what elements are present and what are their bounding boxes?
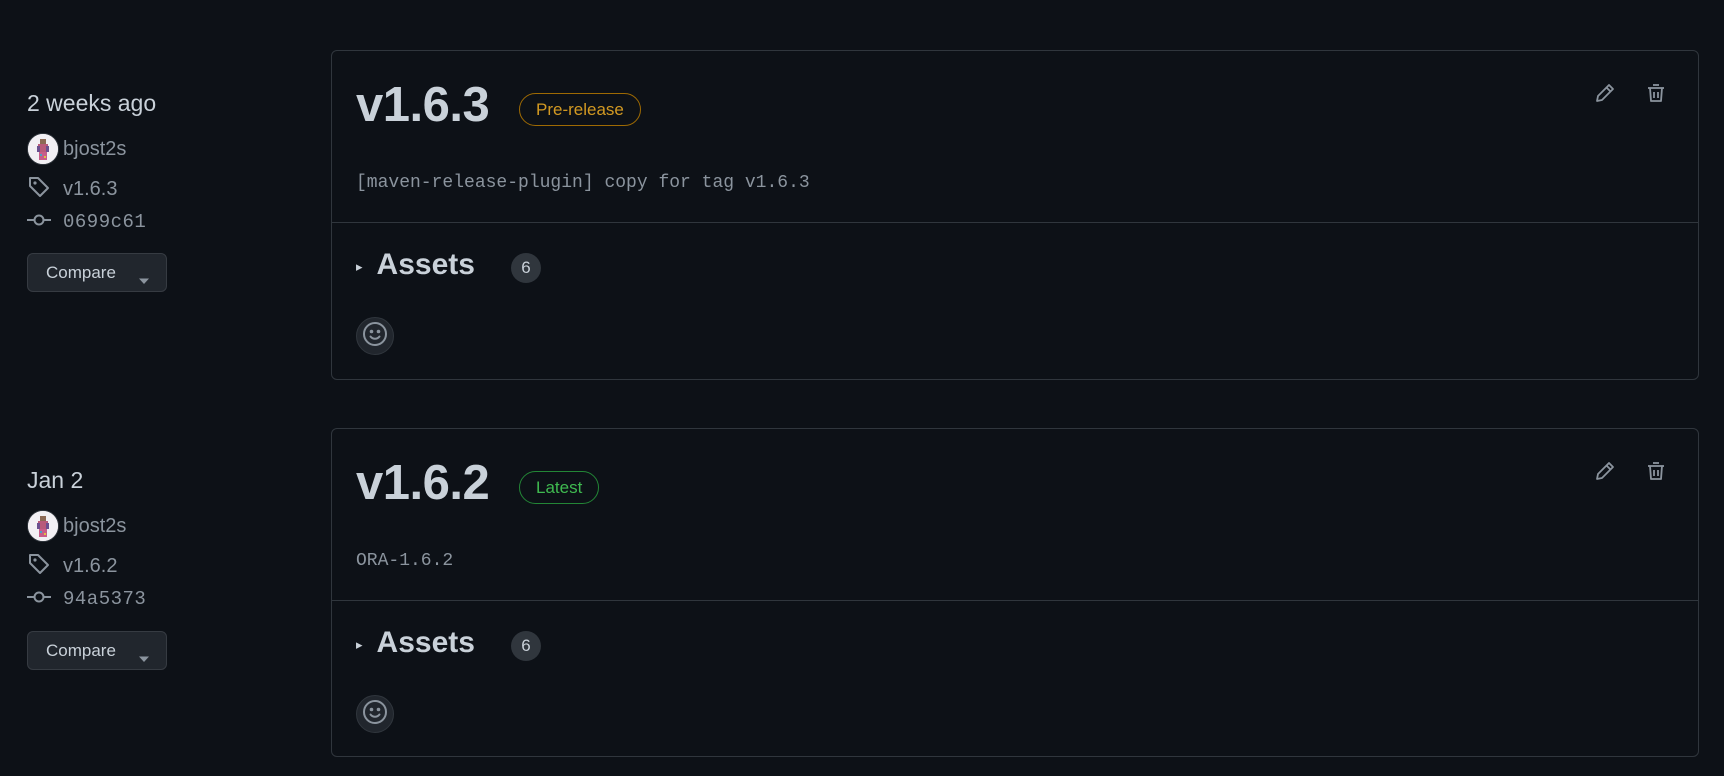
compare-button[interactable]: Compare: [27, 631, 167, 670]
release-meta: 2 weeks ago bjost2s v1.6.3 0699c61 Compa…: [27, 89, 287, 292]
assets-count: 6: [510, 253, 541, 283]
assets-label: Assets: [376, 248, 475, 281]
release-date: Jan 2: [27, 467, 84, 493]
compare-button[interactable]: Compare: [27, 253, 167, 292]
edit-release-button[interactable]: [1591, 459, 1619, 487]
smiley-icon: [362, 321, 388, 352]
release-date: 2 weeks ago: [27, 90, 157, 116]
avatar[interactable]: [27, 133, 59, 165]
assets-toggle[interactable]: ▸ Assets 6: [356, 247, 541, 283]
release-card: v1.6.3 Pre-release [maven-release-plugin…: [331, 50, 1699, 380]
commit-link[interactable]: 0699c61: [63, 211, 146, 233]
assets-label: Assets: [376, 626, 475, 659]
author-link[interactable]: bjost2s: [63, 138, 126, 161]
tag-icon: [27, 175, 51, 204]
triangle-down-icon: [138, 270, 150, 290]
trash-icon: [1644, 459, 1668, 488]
git-commit-icon: [27, 589, 51, 610]
edit-release-button[interactable]: [1591, 81, 1619, 109]
release-commit[interactable]: 0699c61: [27, 211, 146, 233]
author-link[interactable]: bjost2s: [63, 515, 126, 538]
divider: [332, 222, 1698, 223]
prerelease-badge: Pre-release: [519, 93, 641, 126]
release-commit[interactable]: 94a5373: [27, 588, 146, 610]
assets-toggle[interactable]: ▸ Assets 6: [356, 625, 541, 661]
release-author[interactable]: bjost2s: [27, 133, 126, 165]
assets-count: 6: [510, 631, 541, 661]
delete-release-button[interactable]: [1642, 459, 1670, 487]
release-title[interactable]: v1.6.2: [356, 455, 490, 511]
commit-link[interactable]: 94a5373: [63, 588, 146, 610]
compare-label: Compare: [46, 640, 116, 660]
pencil-icon: [1593, 459, 1617, 488]
release-card: v1.6.2 Latest ORA-1.6.2 ▸ Assets 6: [331, 428, 1699, 757]
avatar[interactable]: [27, 510, 59, 542]
release-tag[interactable]: v1.6.2: [27, 552, 117, 581]
release-meta: Jan 2 bjost2s v1.6.2 94a5373 Compare: [27, 466, 287, 670]
pencil-icon: [1593, 81, 1617, 110]
release-tag[interactable]: v1.6.3: [27, 175, 117, 204]
triangle-right-icon: ▸: [356, 259, 363, 274]
latest-badge: Latest: [519, 471, 600, 504]
release-description: [maven-release-plugin] copy for tag v1.6…: [356, 173, 810, 193]
release-description: ORA-1.6.2: [356, 551, 454, 571]
delete-release-button[interactable]: [1642, 81, 1670, 109]
release-title[interactable]: v1.6.3: [356, 77, 490, 133]
add-reaction-button[interactable]: [356, 695, 394, 733]
trash-icon: [1644, 81, 1668, 110]
release-author[interactable]: bjost2s: [27, 510, 126, 542]
tag-link[interactable]: v1.6.2: [63, 555, 117, 578]
triangle-down-icon: [138, 648, 150, 668]
tag-icon: [27, 552, 51, 581]
triangle-right-icon: ▸: [356, 637, 363, 652]
divider: [332, 600, 1698, 601]
smiley-icon: [362, 699, 388, 730]
git-commit-icon: [27, 212, 51, 233]
compare-label: Compare: [46, 262, 116, 282]
add-reaction-button[interactable]: [356, 317, 394, 355]
tag-link[interactable]: v1.6.3: [63, 178, 117, 201]
